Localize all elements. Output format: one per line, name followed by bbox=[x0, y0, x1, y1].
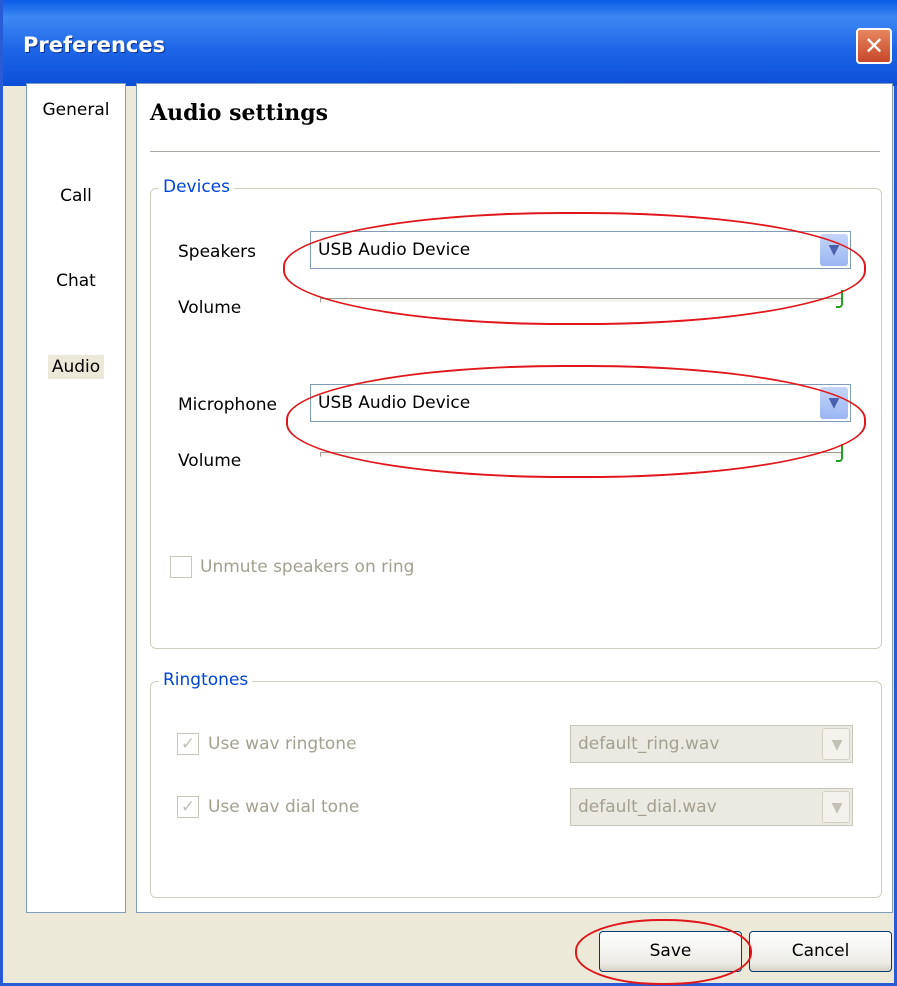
preferences-window: Preferences ✕ General Call Chat Audio Au… bbox=[0, 0, 897, 986]
microphone-select[interactable]: USB Audio Device ▼ bbox=[310, 384, 851, 422]
heading-divider bbox=[150, 151, 880, 152]
microphone-volume-slider[interactable] bbox=[320, 444, 843, 462]
use-wav-ringtone-checkbox[interactable]: ✓ bbox=[177, 733, 199, 755]
window-title: Preferences bbox=[23, 33, 166, 57]
category-nav: General Call Chat Audio bbox=[26, 83, 126, 913]
close-button[interactable]: ✕ bbox=[856, 28, 892, 64]
check-icon: ✓ bbox=[180, 797, 196, 817]
use-wav-ringtone-label: Use wav ringtone bbox=[208, 734, 357, 754]
dropdown-arrow-icon[interactable]: ▼ bbox=[820, 387, 848, 419]
page-title: Audio settings bbox=[150, 100, 328, 126]
cancel-button-label: Cancel bbox=[791, 941, 850, 961]
use-wav-dial-tone-label: Use wav dial tone bbox=[208, 797, 360, 817]
microphone-volume-label: Volume bbox=[178, 451, 242, 471]
dial-tone-file-select[interactable]: default_dial.wav ▼ bbox=[570, 788, 853, 826]
nav-item-label: Call bbox=[60, 186, 92, 206]
nav-item-general[interactable]: General bbox=[27, 100, 125, 120]
speakers-select[interactable]: USB Audio Device ▼ bbox=[310, 231, 851, 269]
unmute-speakers-label: Unmute speakers on ring bbox=[200, 557, 415, 577]
slider-thumb[interactable] bbox=[836, 444, 843, 462]
speakers-volume-label: Volume bbox=[178, 298, 242, 318]
dial-tone-file-value: default_dial.wav bbox=[578, 797, 717, 817]
speakers-select-value: USB Audio Device bbox=[318, 240, 471, 260]
chevron-down-icon: ▼ bbox=[831, 800, 843, 816]
nav-item-label: Audio bbox=[47, 355, 105, 379]
dropdown-arrow-icon[interactable]: ▼ bbox=[822, 728, 850, 760]
nav-item-label: Chat bbox=[56, 271, 96, 291]
slider-track bbox=[320, 298, 843, 303]
check-icon bbox=[171, 557, 191, 577]
chevron-down-icon: ▼ bbox=[831, 737, 843, 753]
ringtone-file-select[interactable]: default_ring.wav ▼ bbox=[570, 725, 853, 763]
nav-item-call[interactable]: Call bbox=[27, 186, 125, 206]
nav-item-audio[interactable]: Audio bbox=[27, 355, 125, 379]
microphone-select-value: USB Audio Device bbox=[318, 393, 471, 413]
title-bar[interactable]: Preferences ✕ bbox=[3, 0, 897, 86]
chevron-down-icon: ▼ bbox=[828, 242, 840, 258]
slider-track bbox=[320, 452, 843, 457]
speakers-volume-slider[interactable] bbox=[320, 290, 843, 308]
slider-thumb[interactable] bbox=[836, 290, 843, 308]
nav-item-label: General bbox=[42, 100, 110, 120]
dropdown-arrow-icon[interactable]: ▼ bbox=[822, 791, 850, 823]
microphone-label: Microphone bbox=[178, 395, 277, 415]
unmute-speakers-checkbox[interactable] bbox=[170, 556, 192, 578]
save-button[interactable]: Save bbox=[599, 931, 742, 972]
dropdown-arrow-icon[interactable]: ▼ bbox=[820, 234, 848, 266]
nav-item-chat[interactable]: Chat bbox=[27, 271, 125, 291]
speakers-label: Speakers bbox=[178, 242, 257, 262]
chevron-down-icon: ▼ bbox=[828, 395, 840, 411]
cancel-button[interactable]: Cancel bbox=[749, 931, 892, 972]
ringtones-legend: Ringtones bbox=[159, 670, 253, 690]
settings-panel: Audio settings Devices Speakers USB Audi… bbox=[136, 83, 893, 913]
use-wav-dial-tone-checkbox[interactable]: ✓ bbox=[177, 796, 199, 818]
ringtone-file-value: default_ring.wav bbox=[578, 734, 720, 754]
save-button-label: Save bbox=[649, 941, 692, 961]
close-icon: ✕ bbox=[863, 32, 885, 60]
check-icon: ✓ bbox=[180, 734, 196, 754]
devices-legend: Devices bbox=[159, 177, 234, 197]
